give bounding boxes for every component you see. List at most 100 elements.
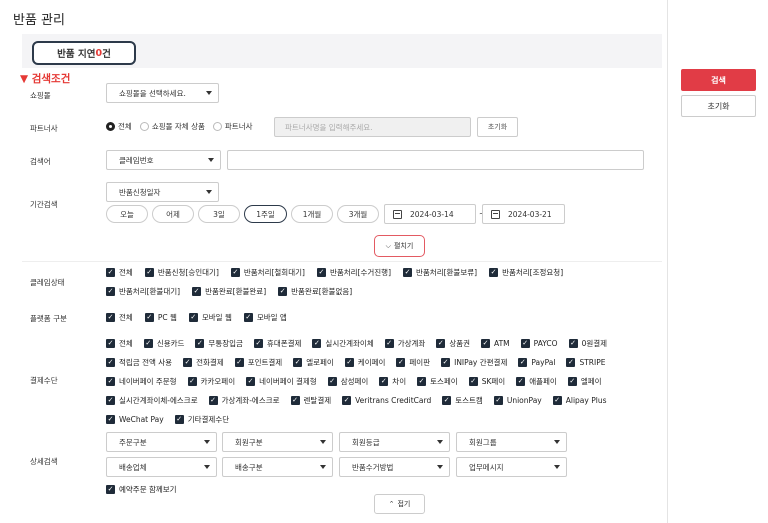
check-icon: ✓ — [143, 339, 153, 348]
period-pill-1week[interactable]: 1주일 — [244, 205, 287, 223]
return-delay-button[interactable]: 반품 지연 0 건 — [32, 41, 136, 65]
period-pill-3months[interactable]: 3개월 — [337, 205, 379, 223]
payment-checkbox[interactable]: ✓ 엘페이 — [567, 376, 602, 387]
payment-checkbox[interactable]: ✓ 신용카드 — [143, 338, 184, 349]
payment-checkbox[interactable]: ✓ 삼성페이 — [327, 376, 368, 387]
checkbox-label: WeChat Pay — [119, 415, 164, 424]
period-type-select[interactable]: 반품신청일자 — [106, 182, 219, 202]
checkbox-label: 상품권 — [449, 339, 471, 348]
reserve-order-checkbox[interactable]: ✓ 예약주문 함께보기 — [106, 484, 177, 495]
payment-row: ✓ WeChat Pay ✓ 기타결제수단 — [106, 414, 229, 425]
payment-checkbox[interactable]: ✓ 적립금 전액 사용 — [106, 357, 172, 368]
chevron-down-icon — [204, 465, 210, 469]
reset-button[interactable]: 초기화 — [681, 95, 756, 117]
payment-checkbox[interactable]: ✓ 전화결제 — [183, 357, 224, 368]
payment-checkbox[interactable]: ✓ 렌탈결제 — [290, 395, 331, 406]
payment-checkbox[interactable]: ✓ 포인트결제 — [234, 357, 282, 368]
check-icon: ✓ — [174, 415, 184, 424]
period-pill-3days[interactable]: 3일 — [198, 205, 240, 223]
detail-select-order-type[interactable]: 주문구분 — [106, 432, 217, 452]
detail-select-courier[interactable]: 배송업체 — [106, 457, 217, 477]
payment-checkbox[interactable]: ✓ 0원결제 — [568, 338, 607, 349]
payment-checkbox[interactable]: ✓ 카카오페이 — [187, 376, 235, 387]
detail-select-shipping-type[interactable]: 배송구분 — [222, 457, 333, 477]
collapse-button[interactable]: ⌃ 접기 — [374, 494, 425, 514]
claim-checkbox[interactable]: ✓ 반품신청[승인대기] — [144, 267, 219, 278]
payment-checkbox[interactable]: ✓ 기타결제수단 — [174, 414, 229, 425]
search-type-select[interactable]: 클레임번호 — [106, 150, 221, 170]
payment-checkbox[interactable]: ✓ 무통장입금 — [195, 338, 243, 349]
detail-select-member-group[interactable]: 회원그룹 — [456, 432, 567, 452]
expand-button[interactable]: ⌵ 펼치기 — [374, 235, 425, 257]
payment-checkbox[interactable]: ✓ 토스페이 — [417, 376, 458, 387]
period-pill-yesterday[interactable]: 어제 — [152, 205, 194, 223]
payment-checkbox[interactable]: ✓ 네이버페이 주문형 — [106, 376, 177, 387]
payment-checkbox[interactable]: ✓ UnionPay — [493, 396, 542, 405]
checkbox-label: 반품처리[환불대기] — [119, 287, 181, 296]
claim-checkbox[interactable]: ✓ 반품완료[환불없음] — [278, 286, 352, 297]
partner-reset-button[interactable]: 초기화 — [477, 117, 518, 137]
mall-select[interactable]: 쇼핑몰을 선택하세요. — [106, 83, 219, 103]
platform-checkbox[interactable]: ✓ 전체 — [106, 312, 133, 323]
period-pill-1month[interactable]: 1개월 — [291, 205, 333, 223]
payment-checkbox[interactable]: ✓ ATM — [481, 339, 510, 348]
payment-checkbox[interactable]: ✓ 케이페이 — [344, 357, 385, 368]
payment-checkbox[interactable]: ✓ 가상계좌-에스크로 — [208, 395, 280, 406]
select-value: 회원등급 — [352, 437, 380, 447]
payment-checkbox[interactable]: ✓ 실시간계좌이체 — [312, 338, 374, 349]
payment-checkbox[interactable]: ✓ SK페이 — [468, 376, 505, 387]
check-icon: ✓ — [246, 377, 256, 386]
claim-checkbox[interactable]: ✓ 반품처리[환불보류] — [403, 267, 477, 278]
payment-checkbox[interactable]: ✓ 애플페이 — [516, 376, 557, 387]
radio-partner-self[interactable]: 쇼핑몰 자체 상품 — [139, 121, 205, 132]
detail-select-pickup-method[interactable]: 반품수거방법 — [339, 457, 450, 477]
detail-select-member-type[interactable]: 회원구분 — [222, 432, 333, 452]
payment-checkbox[interactable]: ✓ PAYCO — [520, 339, 558, 348]
payment-checkbox[interactable]: ✓ 페이판 — [396, 357, 430, 368]
payment-checkbox[interactable]: ✓ Alipay Plus — [552, 396, 606, 405]
check-icon: ✓ — [106, 485, 115, 494]
claim-checkbox[interactable]: ✓ 전체 — [106, 267, 133, 278]
check-icon: ✓ — [442, 396, 452, 405]
payment-checkbox[interactable]: ✓ 상품권 — [436, 338, 470, 349]
chevron-down-icon: ⌵ — [385, 241, 391, 250]
search-button[interactable]: 검색 — [681, 69, 756, 91]
radio-partner-all[interactable]: 전체 — [106, 121, 132, 132]
claim-checkbox[interactable]: ✓ 반품완료[환불완료] — [192, 286, 266, 297]
platform-checkbox[interactable]: ✓ 모바일 앱 — [243, 312, 287, 323]
payment-checkbox[interactable]: ✓ 네이버페이 결제형 — [246, 376, 317, 387]
check-icon: ✓ — [106, 358, 115, 367]
partner-name-input[interactable]: 파트너사명을 입력해주세요. — [274, 117, 471, 137]
radio-partner-partner[interactable]: 파트너사 — [212, 121, 253, 132]
check-icon: ✓ — [312, 339, 322, 348]
payment-checkbox[interactable]: ✓ Veritrans CreditCard — [342, 396, 431, 405]
payment-checkbox[interactable]: ✓ WeChat Pay — [106, 415, 164, 424]
search-input[interactable] — [227, 150, 644, 170]
date-start-input[interactable]: 2024-03-14 — [384, 204, 476, 224]
payment-checkbox[interactable]: ✓ 토스트캠 — [442, 395, 483, 406]
payment-checkbox[interactable]: ✓ 실시간계좌이체-에스크로 — [106, 395, 198, 406]
period-pill-today[interactable]: 오늘 — [106, 205, 148, 223]
platform-checkbox[interactable]: ✓ 모바일 웹 — [188, 312, 232, 323]
detail-select-member-grade[interactable]: 회원등급 — [339, 432, 450, 452]
payment-checkbox[interactable]: ✓ INIPay 간편결제 — [441, 357, 507, 368]
checkbox-label: 페이판 — [409, 358, 431, 367]
payment-checkbox[interactable]: ✓ 휴대폰결제 — [253, 338, 301, 349]
claim-checkbox[interactable]: ✓ 반품처리[철회대기] — [230, 267, 305, 278]
divider — [22, 261, 662, 262]
detail-select-work-message[interactable]: 업무메시지 — [456, 457, 567, 477]
claim-checkbox[interactable]: ✓ 반품처리[환불대기] — [106, 286, 180, 297]
claim-checkbox[interactable]: ✓ 반품처리[수거진행] — [316, 267, 391, 278]
date-end-input[interactable]: 2024-03-21 — [482, 204, 565, 224]
payment-checkbox[interactable]: ✓ STRIPE — [566, 358, 605, 367]
payment-checkbox[interactable]: ✓ 엘로페이 — [293, 357, 334, 368]
payment-checkbox[interactable]: ✓ 전체 — [106, 338, 133, 349]
check-icon: ✓ — [489, 268, 499, 277]
platform-checkbox[interactable]: ✓ PC 웹 — [144, 312, 177, 323]
payment-checkbox[interactable]: ✓ 가상계좌 — [384, 338, 425, 349]
claim-checkbox[interactable]: ✓ 반품처리[조정요청] — [489, 267, 563, 278]
check-icon: ✓ — [144, 268, 154, 277]
check-icon: ✓ — [243, 313, 253, 322]
payment-checkbox[interactable]: ✓ 차이 — [379, 376, 406, 387]
payment-checkbox[interactable]: ✓ PayPal — [518, 358, 555, 367]
